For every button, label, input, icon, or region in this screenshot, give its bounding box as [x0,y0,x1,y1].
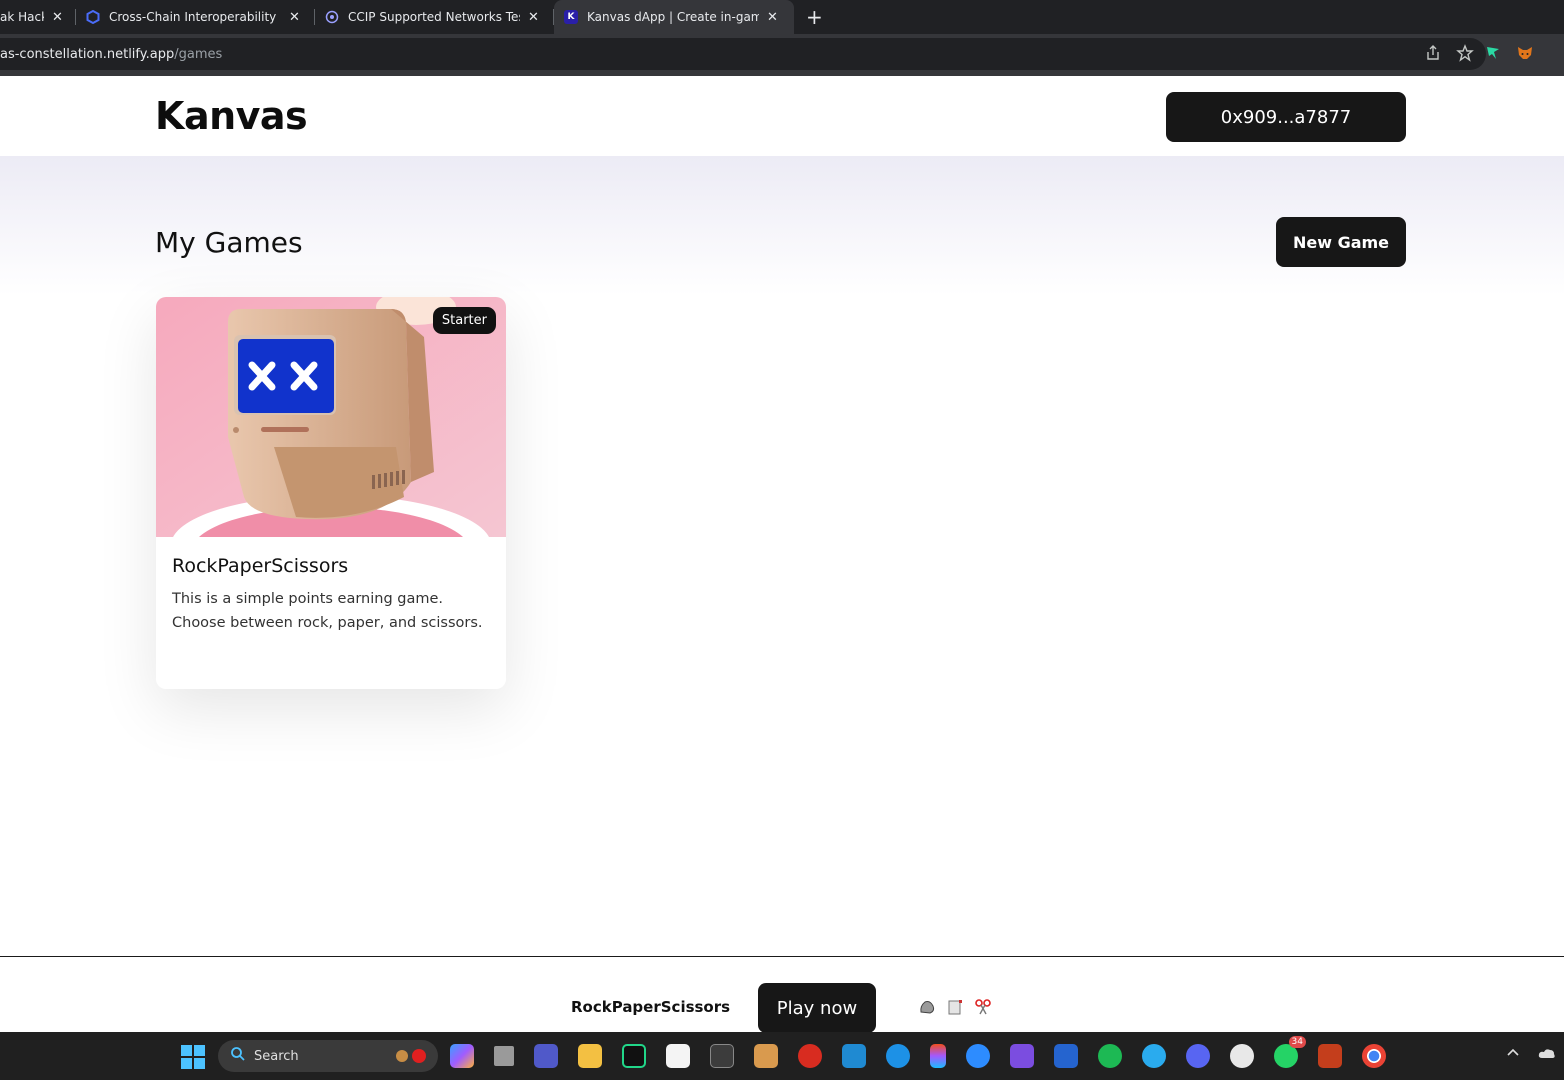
metamask-fox-icon[interactable] [1516,44,1534,66]
whatsapp-app-icon[interactable]: 34 [1274,1036,1306,1068]
todo-app-icon[interactable] [1054,1044,1078,1068]
onedrive-cloud-icon[interactable] [1538,1046,1556,1064]
microsoft-store-icon[interactable] [666,1044,690,1068]
url-path: /games [174,46,223,62]
game-card-description: This is a simple points earning game. Ch… [172,591,483,631]
browser-toolbar: as-constellation.netlify.app/games [0,34,1564,76]
taskbar-pinned-apps: 34 [450,1036,1386,1068]
docker-app-icon[interactable] [886,1044,910,1068]
game-card-title: RockPaperScissors [172,555,349,577]
tab-close-icon[interactable]: ✕ [528,10,539,25]
rock-icon[interactable] [918,998,936,1020]
page-content: Kanvas 0x909...a7877 My Games New Game S… [0,76,1564,1033]
tab-title: Cross-Chain Interoperability Pro [109,10,281,24]
footer-game-name: RockPaperScissors [571,998,731,1016]
teams-app-icon[interactable] [534,1044,558,1068]
file-explorer-icon[interactable] [578,1044,602,1068]
tab-title: CCIP Supported Networks Testn [348,10,520,24]
paper-icon[interactable] [946,998,964,1020]
address-bar[interactable]: as-constellation.netlify.app/games [0,38,1486,70]
os-taskbar: Search 34 [0,1032,1564,1080]
clipchamp-app-icon[interactable] [1010,1044,1034,1068]
scissors-icon[interactable] [974,998,992,1020]
browser-tab-strip: ak Hacka ✕ Cross-Chain Interoperability … [0,0,1564,34]
favicon-letter: K [567,12,575,22]
footer-choice-icons [918,998,992,1020]
play-now-button[interactable]: Play now [758,983,876,1033]
vscode-app-icon[interactable] [842,1044,866,1068]
game-card[interactable]: Starter RockPaperScissors This is a simp… [156,297,506,689]
chevron-up-icon[interactable] [1506,1046,1520,1064]
footer-divider [0,956,1564,957]
search-label: Search [254,1048,299,1064]
bookmark-star-icon[interactable] [1456,44,1474,66]
wallet-address-button[interactable]: 0x909...a7877 [1166,92,1406,142]
extensions-area [1484,44,1534,66]
site-logo[interactable]: Kanvas [155,94,308,138]
chainlink-favicon-icon [86,10,100,24]
whatsapp-notification-badge: 34 [1288,1036,1306,1048]
task-view-icon[interactable] [494,1046,514,1066]
spotify-app-icon[interactable] [1098,1044,1122,1068]
powerpoint-app-icon[interactable] [1318,1044,1342,1068]
tab-close-icon[interactable]: ✕ [289,10,300,25]
tab-close-icon[interactable]: ✕ [52,10,63,25]
tab-ccip-networks[interactable]: CCIP Supported Networks Testn ✕ [315,0,554,34]
virtualbox-app-icon[interactable] [754,1044,778,1068]
redis-app-icon[interactable] [798,1044,822,1068]
url-host: as-constellation.netlify.app [0,46,175,62]
system-tray [1506,1046,1556,1064]
tab-close-icon[interactable]: ✕ [767,10,778,25]
figma-app-icon[interactable] [930,1044,946,1068]
new-game-button[interactable]: New Game [1276,217,1406,267]
chrome-app-icon[interactable] [1362,1044,1386,1068]
discord-app-icon[interactable] [1186,1044,1210,1068]
tab-hackathon[interactable]: ak Hacka ✕ [0,0,76,34]
zoom-app-icon[interactable] [966,1044,990,1068]
page-title: My Games [155,226,303,259]
new-tab-button[interactable]: + [794,0,835,34]
extension-bird-icon[interactable] [1484,44,1502,66]
tab-title: Kanvas dApp | Create in-game D [587,10,759,24]
share-icon[interactable] [1424,44,1442,66]
ccip-favicon-icon [325,10,339,24]
tab-cross-chain[interactable]: Cross-Chain Interoperability Pro ✕ [76,0,315,34]
taskbar-search-input[interactable]: Search [218,1040,438,1072]
tab-kanvas[interactable]: K Kanvas dApp | Create in-game D ✕ [554,0,794,34]
terminal-app-icon[interactable] [710,1044,734,1068]
kanvas-favicon-icon: K [564,10,578,24]
copilot-app-icon[interactable] [450,1044,474,1068]
starter-badge: Starter [432,307,496,334]
pycharm-app-icon[interactable] [622,1044,646,1068]
slack-app-icon[interactable] [1230,1044,1254,1068]
search-highlight-icon [394,1048,430,1068]
windows-start-icon[interactable] [181,1045,205,1073]
search-icon [230,1046,246,1066]
telegram-app-icon[interactable] [1142,1044,1166,1068]
tab-title: ak Hacka [0,10,44,24]
